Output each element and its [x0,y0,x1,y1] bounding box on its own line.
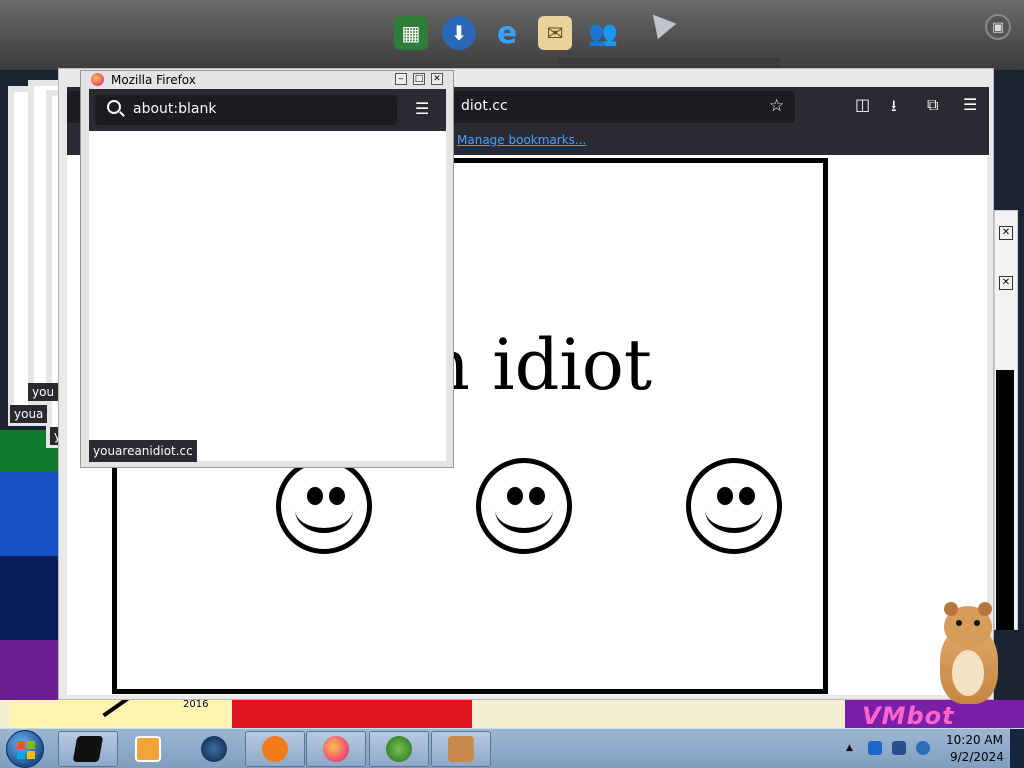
popup-navigation-toolbar: about:blank ☰ [89,89,446,131]
popup-page-content [89,131,446,461]
wallpaper-block [232,700,472,730]
clock-time[interactable]: 10:20 AM [946,733,1003,747]
window-titlebar[interactable]: Mozilla Firefox ‒ □ ✕ [81,71,453,89]
close-icon[interactable]: ✕ [999,276,1013,290]
status-bar-url: youareanidiot.cc [89,440,197,462]
popup-url-text[interactable]: about:blank [133,101,216,117]
taskbar-item-globe[interactable] [184,731,244,767]
taskbar-item-toolkit[interactable] [431,731,491,767]
window-title: Mozilla Firefox [111,73,196,87]
media-player-icon [135,736,161,762]
show-hidden-icons-icon[interactable]: ▲ [846,743,853,753]
tray-app-icon[interactable] [868,741,882,755]
extensions-icon[interactable]: ⧉ [927,95,938,115]
taskbar: ▲ 10:20 AM 9/2/2024 [0,728,1024,768]
firefox-logo-icon [91,73,104,86]
windows-orb-icon [386,736,412,762]
mail-icon[interactable]: ✉ [538,16,572,50]
start-button[interactable] [6,730,44,768]
users-icon[interactable]: 👥 [586,16,620,50]
smiley-face-icon [276,458,372,554]
system-tray: ▲ 10:20 AM 9/2/2024 [840,729,1024,768]
clock-date[interactable]: 9/2/2024 [950,750,1004,764]
blue-globe-icon [201,736,227,762]
network-icon[interactable] [892,741,906,755]
ghost-window-status: you [28,383,59,401]
avast-icon [262,736,288,762]
search-icon [107,100,121,114]
wallpaper-year-text: 2016 [183,699,209,710]
close-icon[interactable]: ✕ [999,226,1013,240]
top-dock: ▦ ⬇ e ✉ 👥 [380,8,680,58]
menu-icon[interactable]: ☰ [963,95,977,114]
wallpaper-block [0,430,58,640]
globe-download-icon[interactable]: ⬇ [442,16,476,50]
smiley-face-icon [476,458,572,554]
taskbar-item-windows[interactable] [369,731,429,767]
menu-icon[interactable]: ☰ [415,99,429,118]
firefox-icon [323,736,349,762]
smiley-face-icon [686,458,782,554]
internet-explorer-icon[interactable]: e [490,16,524,51]
taskbar-item-avast[interactable] [245,731,305,767]
pocket-icon[interactable]: ◫ [855,95,870,114]
maximize-button[interactable]: □ [413,73,425,85]
manage-bookmarks-link[interactable]: Manage bookmarks... [457,133,586,147]
minimize-button[interactable]: ‒ [395,73,407,85]
ghost-window-status: youa [10,405,48,423]
volume-icon[interactable] [916,741,930,755]
briefcase-icon[interactable]: ▣ [985,14,1011,40]
hamster-icon [926,600,1006,706]
taskbar-item-media-player[interactable] [118,731,178,767]
spreadsheet-icon[interactable]: ▦ [394,16,428,50]
close-button[interactable]: ✕ [431,73,443,85]
taskbar-item-firefox[interactable] [306,731,366,767]
popup-url-bar[interactable]: about:blank [95,95,397,125]
taskbar-item-window[interactable] [58,731,118,767]
firefox-popup-window[interactable]: Mozilla Firefox ‒ □ ✕ about:blank ☰ youa… [80,70,454,468]
background-window-edge [996,370,1014,630]
download-icon[interactable]: ⭳ [891,95,897,122]
toolkit-icon [448,736,474,762]
bookmark-star-icon[interactable]: ☆ [769,96,784,116]
wallpaper-brand-text: VMbot [862,702,955,730]
show-desktop-button[interactable] [1010,729,1024,768]
windows-logo-icon [17,741,35,759]
black-box-icon [72,736,104,762]
